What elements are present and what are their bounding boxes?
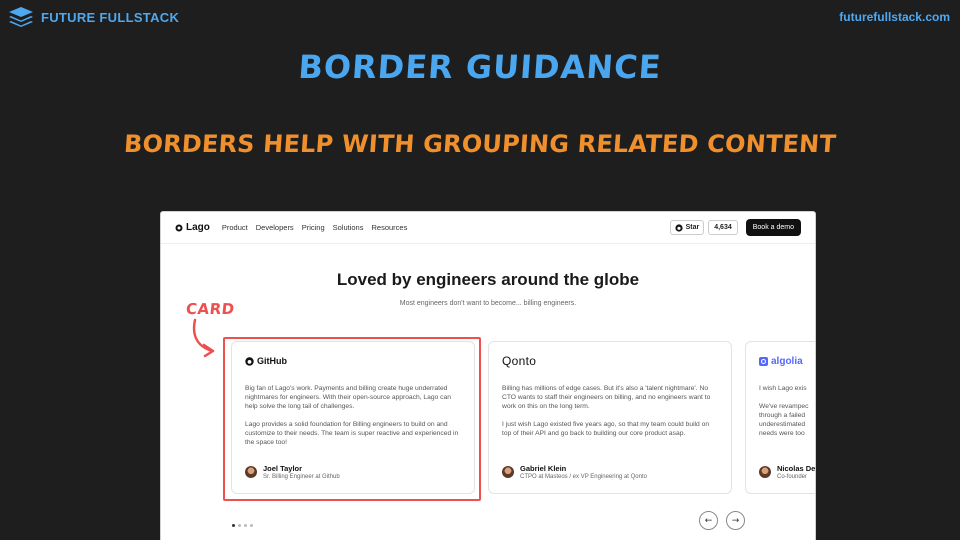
testimonial-author: Gabriel Klein CTPO at Masteos / ex VP En…	[502, 464, 647, 480]
arrow-left-icon[interactable]: ←	[699, 511, 718, 530]
slide-subtitle: BORDERS HELP WITH GROUPING RELATED CONTE…	[123, 130, 837, 158]
testimonial-text: I wish Lago exis We've revampec through …	[759, 384, 815, 438]
carousel-dot[interactable]	[232, 524, 235, 527]
nav-link-developers[interactable]: Developers	[256, 223, 294, 232]
carousel-dot[interactable]	[250, 524, 253, 527]
lago-mark-icon	[175, 224, 183, 231]
site-nav: Lago Product Developers Pricing Solution…	[161, 212, 815, 244]
star-label: Star	[685, 224, 700, 231]
testimonial-card-algolia: algolia I wish Lago exis We've revampec …	[745, 341, 815, 494]
algolia-logo: algolia	[759, 354, 815, 368]
curved-arrow-icon	[192, 318, 215, 358]
avatar	[502, 466, 514, 478]
card-highlight-box	[223, 337, 481, 501]
github-icon	[674, 223, 683, 232]
layers-icon	[9, 7, 33, 27]
carousel-dot[interactable]	[244, 524, 247, 527]
author-role: Co-founder	[777, 474, 808, 480]
qonto-logo: Qonto	[502, 354, 537, 368]
testimonial-paragraph: I just wish Lago existed five years ago,…	[502, 421, 710, 437]
nav-link-solutions[interactable]: Solutions	[333, 223, 364, 232]
testimonial-author: Nicolas De Co-founder	[759, 464, 815, 480]
section-title: Loved by engineers around the globe	[336, 270, 640, 289]
arrow-right-icon[interactable]: →	[726, 511, 745, 530]
nav-link-product[interactable]: Product	[222, 223, 248, 232]
site-url: futurefullstack.com	[839, 10, 950, 24]
carousel-dot[interactable]	[238, 524, 241, 527]
testimonial-paragraph: I wish Lago exis	[759, 385, 807, 392]
lago-logo[interactable]: Lago	[175, 222, 210, 233]
slide-title: BORDER GUIDANCE	[297, 48, 663, 86]
github-star-button[interactable]: Star	[669, 220, 705, 235]
author-name: Nicolas De	[777, 464, 816, 473]
author-role: CTPO at Masteos / ex VP Engineering at Q…	[520, 474, 647, 480]
carousel-dots[interactable]	[232, 524, 253, 527]
author-name: Gabriel Klein	[520, 464, 567, 473]
testimonial-paragraph: We've revampec through a failed underest…	[759, 403, 809, 437]
avatar	[759, 466, 771, 478]
star-count[interactable]: 4,634	[708, 220, 738, 235]
section-subtitle: Most engineers don't want to become... b…	[399, 300, 577, 307]
testimonial-text: Billing has millions of edge cases. But …	[502, 384, 718, 438]
lago-logo-text: Lago	[186, 222, 210, 233]
book-demo-button[interactable]: Book a demo	[745, 219, 801, 236]
algolia-icon	[759, 356, 768, 366]
brand-logo: FUTURE FULLSTACK	[8, 6, 179, 28]
nav-link-resources[interactable]: Resources	[371, 223, 407, 232]
testimonial-paragraph: Billing has millions of edge cases. But …	[502, 385, 711, 410]
nav-link-pricing[interactable]: Pricing	[302, 223, 325, 232]
testimonial-card-qonto: Qonto Billing has millions of edge cases…	[488, 341, 732, 494]
brand-name: FUTURE FULLSTACK	[41, 9, 180, 25]
company-name: algolia	[771, 355, 803, 367]
card-annotation-label: CARD	[185, 300, 236, 318]
